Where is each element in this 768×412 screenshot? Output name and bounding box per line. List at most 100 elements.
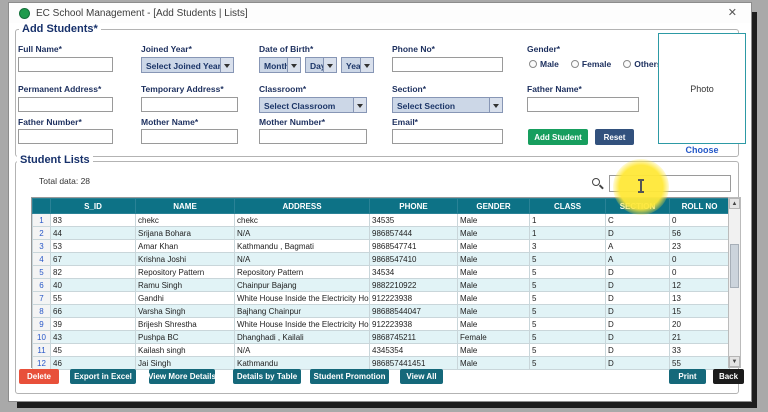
details-by-table-button[interactable]: Details by Table: [233, 369, 301, 384]
table-cell: chekc: [136, 214, 235, 227]
temporary-address-input[interactable]: [141, 97, 238, 112]
delete-button[interactable]: Delete: [19, 369, 59, 384]
table-cell: D: [606, 279, 670, 292]
table-cell: N/A: [235, 227, 370, 240]
table-cell: 5: [530, 318, 606, 331]
table-cell: 3: [530, 240, 606, 253]
table-cell: chekc: [235, 214, 370, 227]
table-cell: White House Inside the Electricity House: [235, 318, 370, 331]
father-number-input[interactable]: [18, 129, 113, 144]
scroll-down-icon[interactable]: ▼: [729, 356, 740, 367]
table-row[interactable]: 866Varsha SinghBajhang Chainpur986885440…: [33, 305, 730, 318]
column-header[interactable]: CLASS: [530, 199, 606, 214]
table-row[interactable]: 1145Kailash singhN/A4345354Male5D33: [33, 344, 730, 357]
table-cell: 1: [530, 214, 606, 227]
classroom-select[interactable]: Select Classroom: [259, 97, 367, 113]
dob-month-value: Month: [264, 61, 290, 71]
table-cell: 0: [670, 214, 730, 227]
table-cell: Krishna Joshi: [136, 253, 235, 266]
section-value: Select Section: [397, 101, 455, 111]
joined-year-select[interactable]: Select Joined Year: [141, 57, 234, 73]
scroll-up-icon[interactable]: ▲: [729, 198, 740, 209]
classroom-label: Classroom*: [259, 84, 306, 94]
table-cell: Male: [458, 266, 530, 279]
table-cell: Male: [458, 292, 530, 305]
table-row[interactable]: 353Amar KhanKathmandu , Bagmati986854774…: [33, 240, 730, 253]
row-number: 9: [33, 318, 51, 331]
table-row[interactable]: 640Ramu SinghChainpur Bajang9882210922Ma…: [33, 279, 730, 292]
table-cell: D: [606, 292, 670, 305]
add-students-legend: Add Students*: [19, 23, 101, 35]
table-row[interactable]: 183chekcchekc34535Male1C0: [33, 214, 730, 227]
reset-button[interactable]: Reset: [595, 129, 634, 145]
table-row[interactable]: 582Repository PatternRepository Pattern3…: [33, 266, 730, 279]
table-row[interactable]: 244Srijana BoharaN/A986857444Male1D56: [33, 227, 730, 240]
table-cell: 5: [530, 292, 606, 305]
row-number: 1: [33, 214, 51, 227]
table-cell: 9868547741: [370, 240, 458, 253]
column-header[interactable]: ADDRESS: [235, 199, 370, 214]
table-cell: 23: [670, 240, 730, 253]
table-row[interactable]: 1043Pushpa BCDhanghadi , Kailali98687452…: [33, 331, 730, 344]
gender-radio-female[interactable]: Female: [571, 59, 611, 69]
row-number: 5: [33, 266, 51, 279]
export-excel-button[interactable]: Export in Excel: [70, 369, 136, 384]
table-cell: Amar Khan: [136, 240, 235, 253]
print-button[interactable]: Print: [669, 369, 706, 384]
table-row[interactable]: 1246Jai SinghKathmandu986857441451Male5D…: [33, 357, 730, 370]
gender-radio-others[interactable]: Others: [623, 59, 661, 69]
dob-day-select[interactable]: Day: [305, 57, 337, 73]
table-cell: 20: [670, 318, 730, 331]
permanent-address-input[interactable]: [18, 97, 113, 112]
radio-icon: [529, 60, 537, 68]
view-all-button[interactable]: View All: [400, 369, 443, 384]
column-header[interactable]: PHONE: [370, 199, 458, 214]
table-cell: Kathmandu: [235, 357, 370, 370]
table-cell: 9868547410: [370, 253, 458, 266]
app-window: EC School Management - [Add Students | L…: [8, 2, 752, 402]
view-more-details-button[interactable]: View More Details: [149, 369, 215, 384]
search-input[interactable]: [609, 175, 731, 192]
gender-radio-male[interactable]: Male: [529, 59, 559, 69]
column-header[interactable]: [33, 199, 51, 214]
table-cell: 9882210922: [370, 279, 458, 292]
add-student-button[interactable]: Add Student: [528, 129, 588, 145]
table-cell: Male: [458, 344, 530, 357]
table-cell: 13: [670, 292, 730, 305]
full-name-label: Full Name*: [18, 44, 62, 54]
column-header[interactable]: S_ID: [51, 199, 136, 214]
table-cell: 43: [51, 331, 136, 344]
table-cell: 9868745211: [370, 331, 458, 344]
row-number: 7: [33, 292, 51, 305]
row-number: 2: [33, 227, 51, 240]
column-header[interactable]: GENDER: [458, 199, 530, 214]
table-cell: 5: [530, 305, 606, 318]
choose-photo-link[interactable]: Choose: [658, 145, 746, 155]
student-promotion-button[interactable]: Student Promotion: [310, 369, 389, 384]
full-name-input[interactable]: [18, 57, 113, 72]
section-select[interactable]: Select Section: [392, 97, 503, 113]
app-logo-icon: [19, 8, 30, 19]
table-cell: 82: [51, 266, 136, 279]
student-table: S_IDNAMEADDRESSPHONEGENDERCLASSSECTIONRO…: [31, 197, 728, 368]
chevron-down-icon: [220, 58, 233, 72]
table-cell: 53: [51, 240, 136, 253]
table-row[interactable]: 467Krishna JoshiN/A9868547410Male5A0: [33, 253, 730, 266]
mother-number-input[interactable]: [259, 129, 367, 144]
table-row[interactable]: 755GandhiWhite House Inside the Electric…: [33, 292, 730, 305]
column-header[interactable]: ROLL NO: [670, 199, 730, 214]
phone-input[interactable]: [392, 57, 503, 72]
column-header[interactable]: NAME: [136, 199, 235, 214]
table-row[interactable]: 939Brijesh ShresthaWhite House Inside th…: [33, 318, 730, 331]
close-icon[interactable]: ✕: [728, 8, 737, 19]
mother-number-label: Mother Number*: [259, 117, 325, 127]
back-button[interactable]: Back: [713, 369, 744, 384]
email-input[interactable]: [392, 129, 503, 144]
father-name-input[interactable]: [527, 97, 639, 112]
mother-name-input[interactable]: [141, 129, 238, 144]
dob-month-select[interactable]: Month: [259, 57, 301, 73]
scrollbar-thumb[interactable]: [730, 244, 739, 288]
dob-year-select[interactable]: Year: [341, 57, 374, 73]
column-header[interactable]: SECTION: [606, 199, 670, 214]
table-scrollbar[interactable]: ▲ ▼: [728, 197, 741, 368]
